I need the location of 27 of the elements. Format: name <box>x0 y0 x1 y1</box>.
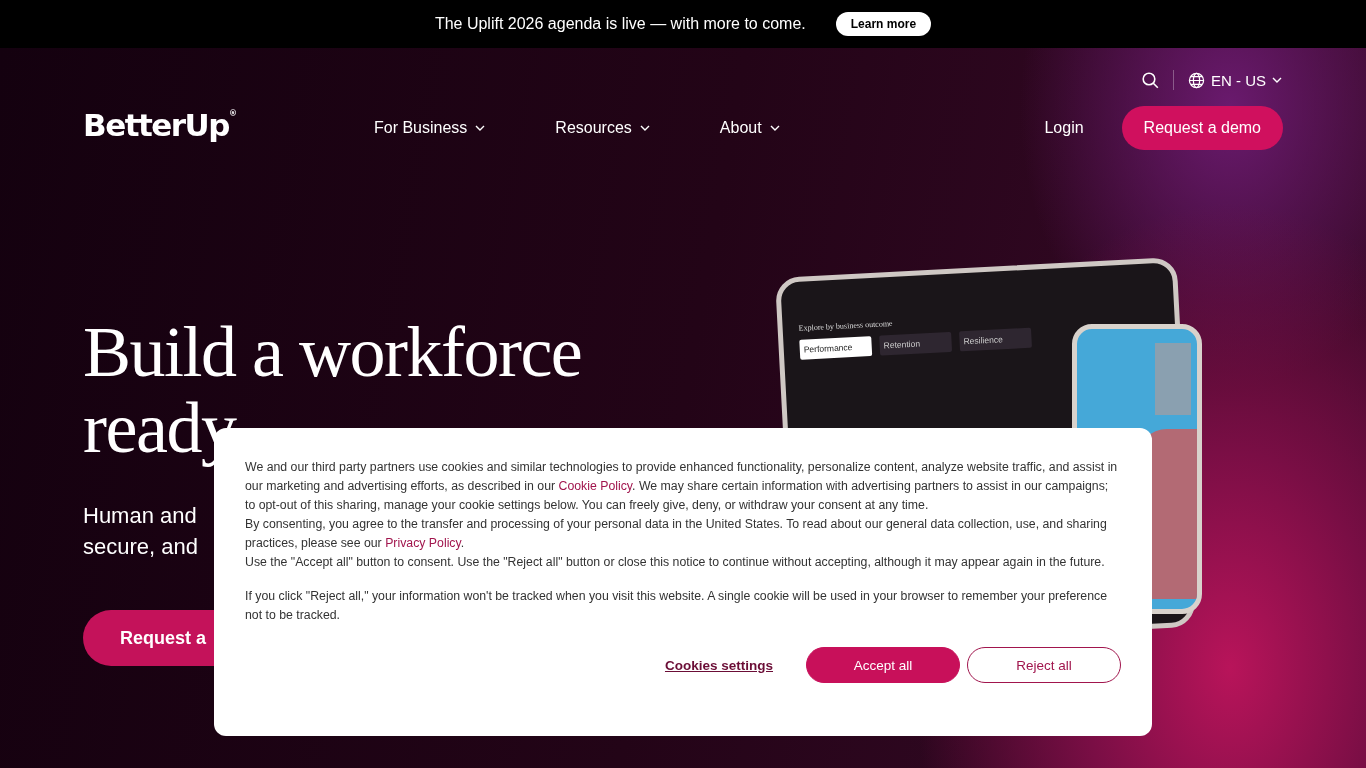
policy-link[interactable]: Privacy Policy <box>385 536 461 550</box>
chevron-down-icon <box>639 125 650 131</box>
photo-placeholder <box>1155 343 1191 415</box>
nav-menu-item[interactable]: About <box>719 119 780 137</box>
chevron-down-icon <box>769 125 780 131</box>
nav-menu-item[interactable]: Resources <box>555 119 650 137</box>
reject-all-button[interactable]: Reject all <box>967 647 1121 683</box>
learn-more-button[interactable]: Learn more <box>835 12 932 36</box>
globe-icon <box>1188 71 1205 89</box>
outcome-tab[interactable]: Resilience <box>959 327 1032 352</box>
language-selector[interactable]: EN - US <box>1188 71 1282 89</box>
tablet-prompt-text: Explore by business outcome <box>798 318 893 333</box>
nav-menu-item[interactable]: For Business <box>373 119 486 137</box>
login-link[interactable]: Login <box>1044 119 1084 137</box>
accept-all-button[interactable]: Accept all <box>806 647 960 683</box>
hero-subtitle: Human and secure, and <box>83 502 198 561</box>
chevron-down-icon <box>1272 77 1282 83</box>
consent-paragraph: Use the "Accept all" button to consent. Use the "Reject all" button or close this notice to continue without accepting, although it may appear again in the future. <box>245 554 1106 571</box>
brand-logo[interactable]: BetterUp$^{®}$ <box>83 107 237 143</box>
search-icon[interactable] <box>1142 71 1159 89</box>
outcome-tab[interactable]: Performance <box>799 336 873 360</box>
consent-paragraph: By consenting, you agree to the transfer and processing of your personal data in the United States. To read about our general data collection, use, and sharing practices, please see our Privacy Policy. <box>245 516 1108 552</box>
request-demo-button[interactable]: Request a demo <box>1121 106 1283 150</box>
chevron-down-icon <box>475 125 486 131</box>
announcement-text: The Uplift 2026 agenda is live — with more to come. <box>434 15 806 33</box>
outcome-tab[interactable]: Retention <box>879 331 953 356</box>
cookies-settings-link[interactable]: Cookies settings <box>664 657 773 673</box>
